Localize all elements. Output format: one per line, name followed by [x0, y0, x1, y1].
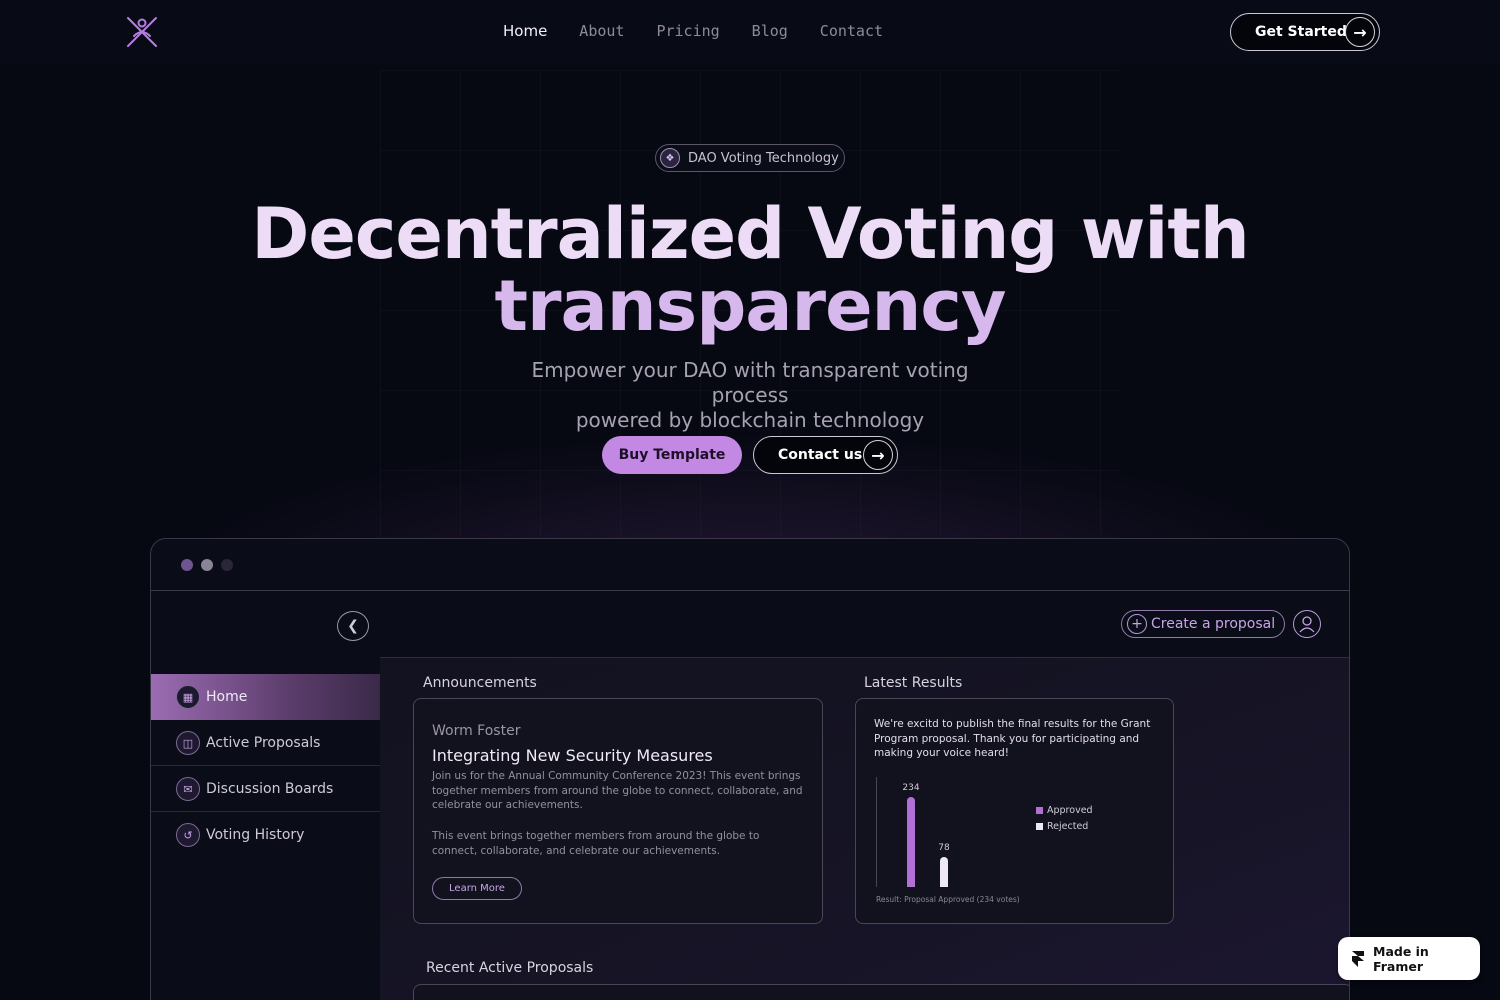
sidebar-item-label: Active Proposals: [206, 734, 321, 751]
contact-us-button[interactable]: Contact us →: [753, 436, 898, 474]
learn-more-button[interactable]: Learn More: [432, 877, 522, 900]
announcement-body-secondary: This event brings together members from …: [432, 830, 760, 857]
sidebar-item-discussion-boards[interactable]: ✉ Discussion Boards: [151, 766, 380, 812]
chart-bar-rejected: [940, 857, 948, 887]
sidebar-item-active-proposals[interactable]: ◫ Active Proposals: [151, 720, 380, 766]
hero-title-line2: transparency: [494, 265, 1006, 347]
nav-links: Home About Pricing Blog Contact: [503, 22, 883, 40]
recent-proposals-card: [413, 984, 1349, 1000]
nav-link-home[interactable]: Home: [503, 22, 547, 40]
grid-icon: ▦: [176, 685, 200, 709]
user-icon-glyph: [1299, 616, 1315, 633]
hero-title: Decentralized Voting with transparency: [0, 198, 1500, 342]
create-proposal-button[interactable]: + Create a proposal: [1121, 610, 1285, 638]
sidebar-item-label: Voting History: [206, 827, 305, 843]
window-title-bar: [151, 539, 1349, 591]
user-icon[interactable]: [1293, 610, 1321, 638]
made-in-framer-badge[interactable]: Made in Framer: [1338, 937, 1480, 980]
sidebar: ❮ ▦ Home ◫ Active Proposals ✉ Discussion…: [151, 591, 380, 1000]
chart-bar-approved: [907, 797, 915, 887]
hero-subtitle-line1: Empower your DAO with transparent voting…: [531, 358, 969, 407]
announcement-author: Worm Foster: [432, 723, 521, 739]
get-started-label: Get Started: [1255, 24, 1347, 40]
get-started-button[interactable]: Get Started →: [1230, 13, 1380, 51]
results-footer: Result: Proposal Approved (234 votes): [876, 895, 1020, 904]
hero-title-line1: Decentralized Voting with: [251, 193, 1249, 275]
x-figure-logo-icon[interactable]: [122, 14, 162, 50]
announcements-heading: Announcements: [423, 675, 537, 691]
legend-swatch: [1036, 807, 1043, 814]
legend-label: Rejected: [1047, 821, 1089, 832]
hero-subtitle: Empower your DAO with transparent voting…: [490, 358, 1010, 433]
history-icon: ↺: [176, 823, 200, 847]
results-card: We're excitd to publish the final result…: [855, 698, 1174, 924]
results-description: We're excitd to publish the final result…: [874, 718, 1151, 759]
legend-label: Approved: [1047, 805, 1093, 816]
main-toolbar: + Create a proposal: [380, 591, 1349, 658]
chart-axis: [876, 777, 877, 887]
chevron-left-icon[interactable]: ❮: [337, 611, 369, 641]
nav-link-contact[interactable]: Contact: [820, 22, 883, 40]
hero-badge-label: DAO Voting Technology: [688, 150, 839, 166]
sidebar-item-label: Home: [206, 689, 248, 705]
top-nav: Home About Pricing Blog Contact Get Star…: [0, 0, 1500, 64]
create-proposal-label: Create a proposal: [1151, 616, 1276, 632]
sidebar-item-voting-history[interactable]: ↺ Voting History: [151, 812, 380, 858]
dashboard-window: ❮ ▦ Home ◫ Active Proposals ✉ Discussion…: [150, 538, 1350, 1000]
announcement-title: Integrating New Security Measures: [432, 746, 713, 765]
chat-icon: ✉: [176, 777, 200, 801]
arrow-right-icon: →: [1345, 17, 1375, 47]
chart-legend-item: Rejected: [1036, 821, 1088, 832]
legend-swatch: [1036, 823, 1043, 830]
made-in-framer-label: Made in Framer: [1373, 943, 1429, 974]
framer-logo-icon: [1352, 951, 1364, 967]
window-dot: [201, 559, 213, 571]
window-dot: [181, 559, 193, 571]
chart-data-label: 78: [938, 843, 950, 853]
chart-data-label: 234: [902, 783, 920, 793]
main-content: + Create a proposal Announcements Worm F…: [380, 591, 1349, 1000]
vote-icon: ❖: [660, 148, 680, 168]
announcement-card: Worm Foster Integrating New Security Mea…: [413, 698, 823, 924]
announcement-body: Join us for the Annual Community Confere…: [432, 770, 803, 811]
hero-subtitle-line2: powered by blockchain technology: [575, 408, 925, 432]
arrow-right-icon: →: [863, 440, 893, 470]
nav-link-about[interactable]: About: [579, 22, 624, 40]
sidebar-item-label: Discussion Boards: [206, 780, 334, 797]
latest-results-heading: Latest Results: [864, 675, 963, 691]
buy-template-button[interactable]: Buy Template: [602, 436, 742, 474]
sidebar-item-home[interactable]: ▦ Home: [151, 674, 380, 720]
hero-badge: ❖ DAO Voting Technology: [655, 144, 845, 172]
window-dot: [221, 559, 233, 571]
nav-link-blog[interactable]: Blog: [752, 22, 788, 40]
plus-icon: +: [1127, 614, 1147, 634]
chart-legend-item: Approved: [1036, 805, 1093, 816]
recent-proposals-heading: Recent Active Proposals: [426, 960, 594, 976]
contact-us-label: Contact us: [778, 447, 863, 463]
nav-link-pricing[interactable]: Pricing: [656, 22, 719, 40]
ballot-box-icon: ◫: [176, 731, 200, 755]
